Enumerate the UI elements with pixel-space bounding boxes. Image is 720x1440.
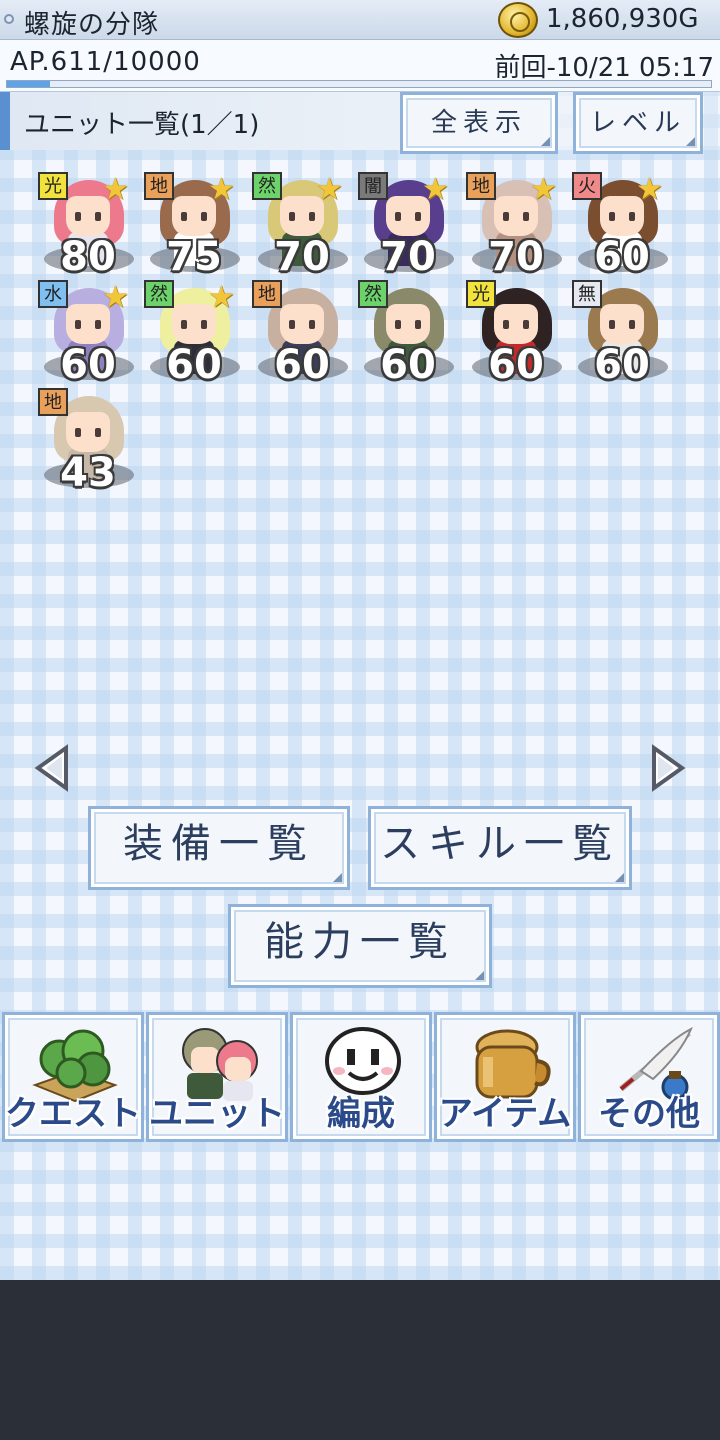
star-icon: ★ <box>636 172 663 207</box>
system-nav-area <box>0 1280 720 1440</box>
star-icon: ★ <box>208 280 235 315</box>
unit-level: 60 <box>60 342 116 388</box>
unit-sprite-face <box>66 412 110 452</box>
unit-card[interactable]: 地 ★ 70 <box>466 172 566 284</box>
nav-quest-button[interactable]: クエスト <box>2 1012 144 1142</box>
element-badge: 然 <box>144 280 174 308</box>
unit-card[interactable]: 地 43 <box>38 388 138 500</box>
unit-card[interactable]: 然 60 <box>358 280 458 392</box>
unit-card[interactable]: 然 ★ 60 <box>144 280 244 392</box>
element-badge: 然 <box>358 280 388 308</box>
unit-level: 60 <box>274 342 330 388</box>
nav-item-label: アイテム <box>438 1094 572 1134</box>
nav-formation-button[interactable]: 編成 <box>290 1012 432 1142</box>
unit-level: 75 <box>166 234 222 280</box>
ap-text: AP.611/10000 <box>10 47 201 77</box>
ap-bar: AP.611/10000 前回-10/21 05:17 <box>0 40 720 92</box>
unit-level: 70 <box>274 234 330 280</box>
menu-dot-icon[interactable] <box>4 14 14 24</box>
nav-unit-button[interactable]: ユニット <box>146 1012 288 1142</box>
unit-level: 60 <box>488 342 544 388</box>
star-icon: ★ <box>530 172 557 207</box>
unit-card[interactable]: 闇 ★ 70 <box>358 172 458 284</box>
element-badge: 地 <box>466 172 496 200</box>
sort-level-button[interactable]: レベル <box>573 92 703 154</box>
unit-level: 70 <box>380 234 436 280</box>
unit-level: 60 <box>594 342 650 388</box>
element-badge: 地 <box>252 280 282 308</box>
star-icon: ★ <box>102 280 129 315</box>
unit-list-title: ユニット一覧(1／1) <box>24 110 260 140</box>
unit-sprite-face <box>280 304 324 344</box>
unit-level: 43 <box>60 450 116 496</box>
game-screen: 螺旋の分隊 1,860,930G AP.611/10000 前回-10/21 0… <box>0 0 720 1280</box>
element-badge: 光 <box>466 280 496 308</box>
ap-gauge <box>6 80 712 88</box>
unit-card[interactable]: 水 ★ 60 <box>38 280 138 392</box>
element-badge: 火 <box>572 172 602 200</box>
nav-formation-label: 編成 <box>327 1094 395 1134</box>
unit-level: 70 <box>488 234 544 280</box>
nav-unit-label: ユニット <box>149 1094 285 1134</box>
unit-card[interactable]: 地 60 <box>252 280 352 392</box>
unit-card[interactable]: 光 60 <box>466 280 566 392</box>
unit-level: 80 <box>60 234 116 280</box>
element-badge: 光 <box>38 172 68 200</box>
unit-level: 60 <box>594 234 650 280</box>
star-icon: ★ <box>102 172 129 207</box>
nav-other-button[interactable]: その他 <box>578 1012 720 1142</box>
unit-sprite-face <box>386 304 430 344</box>
status-bar: 螺旋の分隊 1,860,930G <box>0 0 720 40</box>
next-page-arrow-icon[interactable] <box>648 744 688 792</box>
bottom-nav: クエスト ユニット 編成 アイテム その他 <box>0 1012 720 1142</box>
element-badge: 無 <box>572 280 602 308</box>
gold-coin-icon <box>498 2 538 38</box>
unit-card[interactable]: 火 ★ 60 <box>572 172 672 284</box>
nav-other-label: その他 <box>598 1094 700 1134</box>
unit-level: 60 <box>380 342 436 388</box>
ability-list-button[interactable]: 能力一覧 <box>228 904 492 988</box>
unit-level: 60 <box>166 342 222 388</box>
unit-sprite-face <box>600 304 644 344</box>
skill-list-button[interactable]: スキル一覧 <box>368 806 632 890</box>
nav-quest-label: クエスト <box>5 1094 141 1134</box>
star-icon: ★ <box>208 172 235 207</box>
nav-item-button[interactable]: アイテム <box>434 1012 576 1142</box>
equipment-list-button[interactable]: 装備一覧 <box>88 806 350 890</box>
element-badge: 然 <box>252 172 282 200</box>
gold-amount: 1,860,930G <box>546 4 699 34</box>
unit-sprite-face <box>494 304 538 344</box>
element-badge: 水 <box>38 280 68 308</box>
unit-card[interactable]: 地 ★ 75 <box>144 172 244 284</box>
ap-gauge-fill <box>7 81 50 87</box>
unit-card[interactable]: 然 ★ 70 <box>252 172 352 284</box>
star-icon: ★ <box>316 172 343 207</box>
unit-card[interactable]: 無 60 <box>572 280 672 392</box>
element-badge: 地 <box>144 172 174 200</box>
element-badge: 地 <box>38 388 68 416</box>
prev-page-arrow-icon[interactable] <box>32 744 72 792</box>
last-login: 前回-10/21 05:17 <box>494 53 714 83</box>
team-name: 螺旋の分隊 <box>24 10 160 40</box>
unit-card[interactable]: 光 ★ 80 <box>38 172 138 284</box>
element-badge: 闇 <box>358 172 388 200</box>
star-icon: ★ <box>422 172 449 207</box>
show-all-button[interactable]: 全表示 <box>400 92 558 154</box>
